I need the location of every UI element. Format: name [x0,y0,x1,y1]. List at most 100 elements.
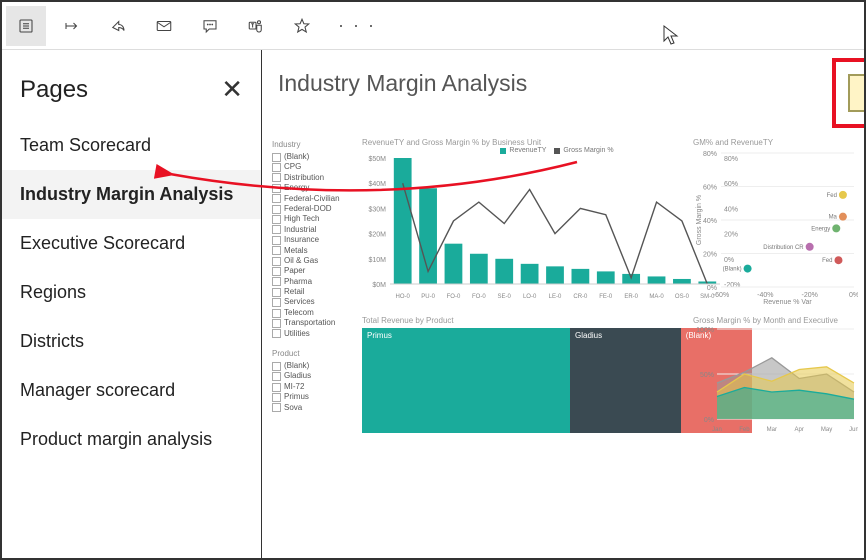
svg-text:Energy: Energy [811,226,830,232]
page-item-regions[interactable]: Regions [2,268,261,317]
industry-slicer-title: Industry [272,140,352,149]
product-slicer-title: Product [272,349,352,358]
page-item-product-margin[interactable]: Product margin analysis [2,415,261,464]
industry-option[interactable]: Distribution [272,173,352,183]
svg-text:80%: 80% [703,151,717,158]
svg-text:LO-0: LO-0 [523,294,537,300]
product-option[interactable]: MI-72 [272,382,352,392]
svg-text:FO-0: FO-0 [472,294,486,300]
svg-text:Revenue % Var: Revenue % Var [763,299,812,305]
industry-option[interactable]: Telecom [272,308,352,318]
page-list: Team Scorecard Industry Margin Analysis … [2,121,261,464]
page-item-team-scorecard[interactable]: Team Scorecard [2,121,261,170]
svg-text:$10M: $10M [368,257,386,264]
industry-option[interactable]: Federal-Civilian [272,194,352,204]
svg-text:Distribution CR: Distribution CR [763,245,804,251]
product-option[interactable]: (Blank) [272,361,352,371]
svg-text:40%: 40% [703,218,717,225]
svg-text:50%: 50% [700,372,714,379]
filter-panel: Industry (Blank)CPGDistributionEnergyFed… [272,140,352,423]
industry-option[interactable]: High Tech [272,214,352,224]
svg-text:OS-0: OS-0 [675,294,690,300]
report-canvas: Industry Margin Analysis Team scorecard … [262,50,864,558]
svg-text:-60%: -60% [713,292,729,299]
svg-text:(Blank): (Blank) [723,267,742,273]
product-option[interactable]: Gladius [272,371,352,381]
svg-text:PU-0: PU-0 [421,294,435,300]
svg-text:Gross Margin %: Gross Margin % [696,195,703,245]
more-options[interactable]: · · · [328,15,386,36]
pages-panel-toggle[interactable] [6,6,46,46]
svg-text:MA-0: MA-0 [649,294,664,300]
product-option[interactable]: Primus [272,392,352,402]
svg-text:Fed: Fed [827,193,837,199]
svg-text:Mar: Mar [767,427,777,433]
svg-text:Fed: Fed [822,258,832,264]
chat-icon[interactable] [190,6,230,46]
report-title: Industry Margin Analysis [278,70,854,97]
pages-panel: Pages ✕ Team Scorecard Industry Margin A… [2,50,262,558]
svg-text:$40M: $40M [368,181,386,188]
industry-option[interactable]: Retail [272,287,352,297]
industry-option[interactable]: CPG [272,162,352,172]
svg-text:Ma: Ma [829,215,838,221]
svg-text:$0M: $0M [372,282,386,289]
mail-icon[interactable] [144,6,184,46]
area-chart-title: Gross Margin % by Month and Executive [693,316,858,325]
svg-text:$30M: $30M [368,206,386,213]
scatter-chart[interactable]: GM% and RevenueTY 80% 60% 40% 20% 0% Gross Ma… [693,138,858,308]
industry-option[interactable]: (Blank) [272,152,352,162]
close-icon[interactable]: ✕ [221,74,243,105]
svg-text:$20M: $20M [368,232,386,239]
product-option[interactable]: Sova [272,403,352,413]
svg-text:LE-0: LE-0 [549,294,562,300]
share-icon[interactable] [98,6,138,46]
scatter-chart-title: GM% and RevenueTY [693,138,858,147]
svg-text:Apr: Apr [795,427,804,433]
industry-option[interactable]: Pharma [272,277,352,287]
industry-option[interactable]: Industrial [272,225,352,235]
annotation-highlight-box: Team scorecard [832,58,864,128]
svg-text:CR-0: CR-0 [573,294,588,300]
industry-slicer[interactable]: Industry (Blank)CPGDistributionEnergyFed… [272,140,352,339]
page-item-industry-margin[interactable]: Industry Margin Analysis [2,170,261,219]
industry-option[interactable]: Metals [272,246,352,256]
svg-text:ER-0: ER-0 [624,294,638,300]
svg-text:$50M: $50M [368,156,386,163]
svg-text:0%: 0% [849,292,858,299]
svg-text:20%: 20% [703,252,717,259]
industry-option[interactable]: Energy [272,183,352,193]
teams-icon[interactable] [236,6,276,46]
product-slicer[interactable]: Product (Blank)GladiusMI-72PrimusSova [272,349,352,413]
svg-text:SE-0: SE-0 [498,294,512,300]
toolbar: · · · [2,2,864,50]
industry-option[interactable]: Services [272,297,352,307]
svg-text:Feb: Feb [739,427,750,433]
page-item-districts[interactable]: Districts [2,317,261,366]
svg-text:FO-0: FO-0 [447,294,461,300]
treemap-tile[interactable]: Gladius [570,328,681,433]
treemap-tile[interactable]: Primus [362,328,570,433]
svg-text:0%: 0% [704,417,714,424]
team-scorecard-button[interactable]: Team scorecard [848,74,864,112]
industry-option[interactable]: Insurance [272,235,352,245]
page-item-manager-scorecard[interactable]: Manager scorecard [2,366,261,415]
industry-option[interactable]: Paper [272,266,352,276]
svg-text:Jun: Jun [849,427,858,433]
star-icon[interactable] [282,6,322,46]
industry-option[interactable]: Federal-DOD [272,204,352,214]
industry-option[interactable]: Utilities [272,329,352,339]
svg-text:60%: 60% [703,185,717,192]
svg-text:FE-0: FE-0 [599,294,613,300]
industry-option[interactable]: Oil & Gas [272,256,352,266]
area-chart[interactable]: Gross Margin % by Month and Executive 10… [693,316,858,436]
industry-option[interactable]: Transportation [272,318,352,328]
svg-text:-20%: -20% [801,292,817,299]
page-item-executive-scorecard[interactable]: Executive Scorecard [2,219,261,268]
svg-text:May: May [821,427,832,433]
svg-text:-40%: -40% [757,292,773,299]
pages-panel-title: Pages [20,76,88,104]
svg-text:HO-0: HO-0 [396,294,411,300]
export-icon[interactable] [52,6,92,46]
svg-text:Jan: Jan [712,427,722,433]
